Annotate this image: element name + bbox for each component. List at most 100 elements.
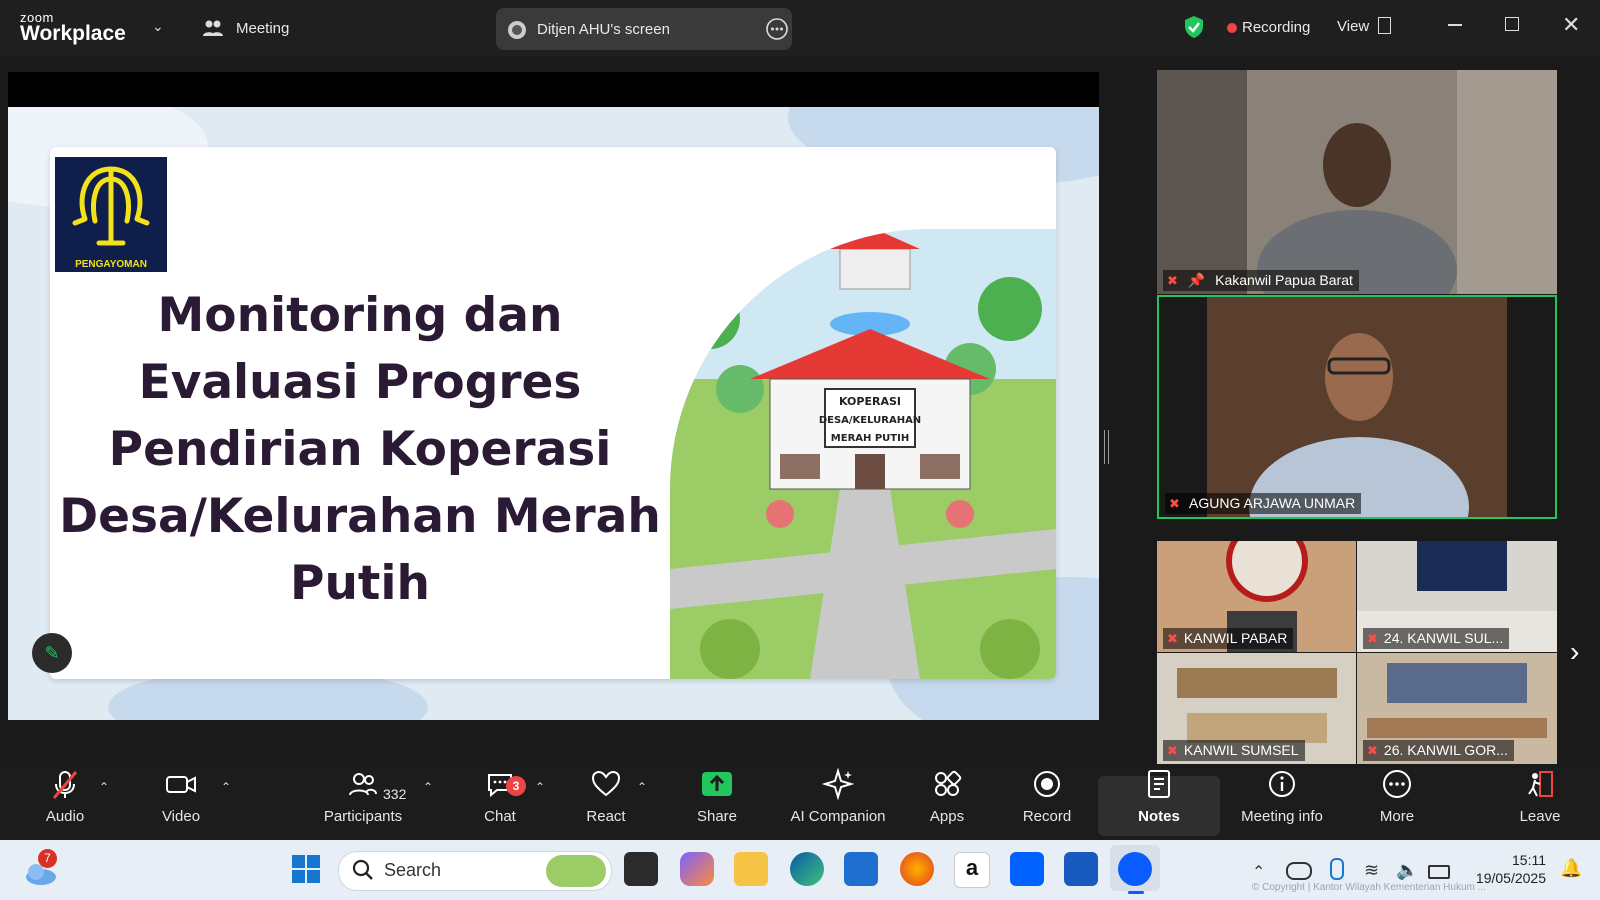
camera-icon (150, 768, 212, 808)
record-label: Record (1022, 808, 1072, 825)
app-logo: Workplace (20, 22, 126, 45)
recording-label[interactable]: Recording (1242, 19, 1310, 36)
audio-caret-icon[interactable]: ⌃ (99, 780, 109, 794)
participant-name: 26. KANWIL GOR... (1383, 742, 1508, 758)
file-explorer-icon[interactable] (734, 852, 768, 886)
participant-name: 24. KANWIL SUL... (1383, 630, 1504, 646)
copilot-icon[interactable] (680, 852, 714, 886)
panel-resize-handle[interactable] (1104, 430, 1109, 464)
mic-muted-icon: ✖ (1167, 631, 1178, 646)
apps-icon (918, 768, 976, 808)
battery-icon[interactable] (1428, 865, 1450, 879)
video-button[interactable]: Video (150, 768, 212, 840)
react-caret-icon[interactable]: ⌃ (637, 780, 647, 794)
leave-button[interactable]: Leave (1512, 768, 1568, 840)
mic-muted-icon (34, 768, 96, 808)
close-icon[interactable]: ✕ (1562, 12, 1580, 38)
participant-name-label: ✖ 24. KANWIL SUL... (1363, 628, 1510, 649)
sparkle-icon (782, 767, 894, 808)
participants-caret-icon[interactable]: ⌃ (423, 780, 433, 794)
zoom-app-icon[interactable] (1118, 852, 1152, 886)
react-label: React (586, 808, 626, 825)
search-placeholder: Search (384, 860, 442, 880)
video-tile-5[interactable]: ✖ KANWIL SUMSEL (1157, 653, 1356, 764)
windows-start-icon[interactable] (290, 853, 322, 890)
notification-bell-icon[interactable]: 🔔 (1560, 858, 1582, 879)
more-options-icon[interactable] (766, 18, 788, 45)
record-button[interactable]: Record (1016, 768, 1078, 840)
sign-line: KOPERASI (839, 395, 901, 408)
volume-icon[interactable]: 🔈 (1396, 860, 1418, 881)
mic-muted-icon: ✖ (1367, 743, 1378, 758)
participant-name-label: ✖ 📌 Kakanwil Papua Barat (1163, 270, 1359, 291)
slide-title-line: Pendirian Koperasi (108, 422, 612, 477)
minimize-icon[interactable] (1448, 24, 1462, 26)
mic-muted-icon: ✖ (1367, 631, 1378, 646)
leave-label: Leave (1519, 808, 1561, 825)
share-label: Ditjen AHU's screen (537, 21, 670, 38)
video-tile-6[interactable]: ✖ 26. KANWIL GOR... (1357, 653, 1557, 764)
participant-name: KANWIL SUMSEL (1183, 742, 1299, 758)
participants-label: Participants (323, 808, 403, 825)
view-icon[interactable] (1378, 17, 1391, 34)
shield-icon[interactable] (1183, 15, 1205, 44)
meeting-info-label: Meeting info (1241, 808, 1323, 825)
ai-companion-button[interactable]: AI Companion (782, 767, 894, 840)
meeting-label[interactable]: Meeting (236, 20, 289, 37)
more-button[interactable]: More (1369, 768, 1425, 840)
search-highlight-image (546, 855, 606, 887)
mic-muted-icon: ✖ (1167, 743, 1178, 758)
participant-name-label: ✖ KANWIL SUMSEL (1163, 740, 1305, 761)
share-button[interactable]: Share (688, 768, 746, 840)
task-view-icon[interactable] (624, 852, 658, 886)
recording-dot-icon (1227, 23, 1237, 33)
notes-button[interactable]: Notes (1129, 768, 1189, 840)
show-hidden-icons-chevron-icon[interactable]: ⌃ (1252, 862, 1265, 882)
pin-icon: 📌 (1187, 272, 1206, 288)
participants-button[interactable]: Participants (318, 768, 408, 840)
store-icon[interactable] (844, 852, 878, 886)
slide-title: Monitoring dan Evaluasi Progres Pendiria… (50, 282, 670, 617)
share-screen-icon (688, 768, 746, 808)
video-caret-icon[interactable]: ⌃ (221, 780, 231, 794)
notes-label: Notes (1138, 808, 1180, 825)
clock-time[interactable]: 15:11 (1496, 852, 1546, 868)
dropbox-icon[interactable] (1010, 852, 1044, 886)
amazon-icon[interactable]: a (954, 852, 990, 888)
chevron-down-icon[interactable]: ⌄ (152, 18, 164, 35)
mic-muted-icon: ✖ (1167, 273, 1178, 288)
audio-label: Audio (45, 808, 85, 825)
video-tile-3[interactable]: ✖ KANWIL PABAR (1157, 541, 1356, 652)
next-page-chevron-icon[interactable]: › (1570, 636, 1579, 668)
slide-title-line: Putih (290, 556, 430, 611)
ai-companion-label: AI Companion (790, 808, 886, 825)
restore-icon[interactable] (1505, 17, 1519, 31)
meeting-info-button[interactable]: Meeting info (1232, 768, 1332, 840)
view-label[interactable]: View (1337, 18, 1369, 35)
video-tile-2-active-speaker[interactable]: ✖ AGUNG ARJAWA UNMAR (1157, 295, 1557, 519)
chat-caret-icon[interactable]: ⌃ (535, 780, 545, 794)
weather-badge: 7 (38, 849, 57, 868)
edge-icon[interactable] (790, 852, 824, 886)
leave-icon (1512, 768, 1568, 808)
apps-label: Apps (929, 808, 965, 825)
video-tile-4[interactable]: ✖ 24. KANWIL SUL... (1357, 541, 1557, 652)
logo-caption: PENGAYOMAN (75, 259, 147, 270)
sign-line: DESA/KELURAHAN (819, 415, 921, 426)
microphone-in-use-icon[interactable] (1330, 858, 1344, 880)
chat-badge: 3 (506, 776, 526, 796)
word-icon[interactable] (1064, 852, 1098, 886)
react-button[interactable]: React (578, 768, 634, 840)
participant-name-label: ✖ KANWIL PABAR (1163, 628, 1294, 649)
apps-button[interactable]: Apps (918, 768, 976, 840)
wifi-icon[interactable]: ≋ (1364, 860, 1379, 881)
video-tile-1[interactable]: ✖ 📌 Kakanwil Papua Barat (1157, 70, 1557, 294)
onedrive-icon[interactable] (1286, 862, 1312, 880)
annotate-pencil-icon[interactable]: ✎ (32, 633, 72, 673)
record-icon (1016, 768, 1078, 808)
firefox-icon[interactable] (900, 852, 934, 886)
search-icon (352, 859, 374, 886)
info-icon (1232, 768, 1332, 808)
audio-button[interactable]: Audio (34, 768, 96, 840)
more-icon (1369, 768, 1425, 808)
